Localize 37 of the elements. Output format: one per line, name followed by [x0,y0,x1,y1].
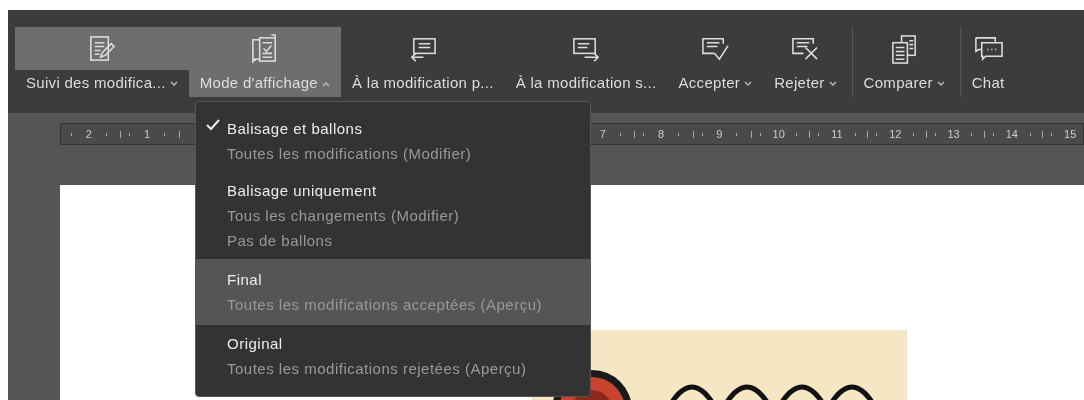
menu-item-description: Toutes les modifications (Modifier) [227,144,473,164]
caret-up-icon [322,80,330,87]
ruler-number: 1 [144,126,151,142]
toolbar-button[interactable]: À la modification p... [341,27,505,97]
toolbar-button[interactable]: Comparer [851,27,956,97]
menu-item-title: Original [227,334,284,354]
ruler-number: 7 [599,126,606,142]
menu-item[interactable]: Balisage et ballons Toutes les modifications (Modifier) [196,110,590,172]
caret-down-icon [828,80,837,87]
ruler-number: 9 [716,126,723,142]
menu-item-description: Pas de ballons [227,231,334,251]
ruler-number: 10 [772,126,785,142]
ruler-number: 2 [85,126,92,142]
menu-item-title: Balisage uniquement [227,181,378,201]
toolbar-button[interactable]: À la modification s... [504,27,668,97]
menu-item-title: Balisage et ballons [227,119,364,139]
checkmark-icon [206,119,220,131]
menu-item-description: Toutes les modifications rejetées (Aperçu) [227,359,528,379]
caret-down-icon [169,80,178,87]
ruler-number: 14 [1005,126,1018,142]
toolbar-button[interactable]: Chat [959,27,1016,97]
ruler-number: 15 [1064,126,1077,142]
ruler-number: 12 [889,126,902,142]
caret-down-icon [744,80,753,87]
menu-item[interactable]: Final Toutes les modifications acceptées (Aperçu) [196,259,590,325]
menu-item[interactable]: Original Toutes les modifications rejetées (Aperçu) [196,325,590,387]
toolbar-button[interactable]: Rejeter [763,27,848,97]
caret-down-icon [936,80,945,87]
menu-item-description: Tous les changements (Modifier) [227,206,461,226]
menu-item[interactable]: Balisage uniquement Tous les changements (Modifier) Pas de ballons [196,172,590,259]
toolbar-button[interactable]: Mode d'affichage [188,27,341,97]
menu-item-title: Final [227,270,263,290]
menu-item-description: Toutes les modifications acceptées (Aperçu) [227,295,543,315]
ruler-number: 13 [947,126,960,142]
ruler-number: 8 [658,126,665,142]
toolbar-button[interactable]: Accepter [667,27,764,97]
ruler-number: 11 [831,126,843,142]
